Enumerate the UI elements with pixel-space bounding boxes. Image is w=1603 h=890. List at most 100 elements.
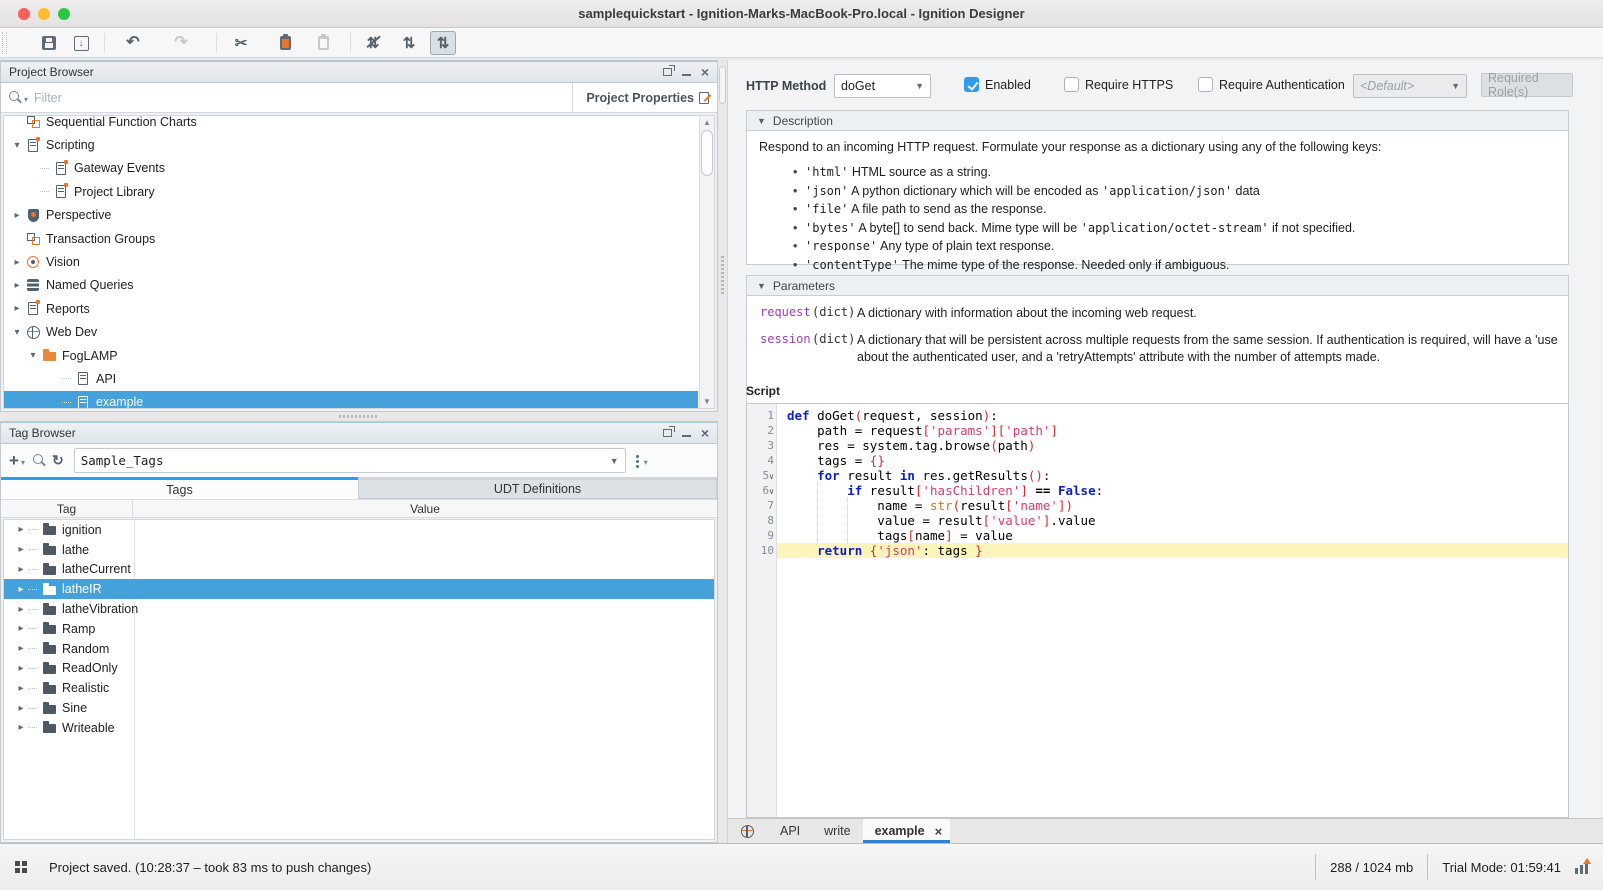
- project-tree-item[interactable]: ▸ Reports: [4, 297, 698, 320]
- description-section-header[interactable]: ▼ Description: [747, 111, 1568, 131]
- project-tree-item[interactable]: ▸ Named Queries: [4, 274, 698, 297]
- add-tag-button[interactable]: + ▾: [9, 452, 27, 469]
- save-button[interactable]: [36, 31, 62, 55]
- search-tags-button[interactable]: [32, 454, 46, 467]
- project-tree-item[interactable]: ▸ Perspective: [4, 204, 698, 227]
- tag-tree-item[interactable]: ▸ Writeable: [4, 718, 714, 738]
- fold-arrow-icon[interactable]: ∨: [769, 487, 774, 496]
- tab-udt-definitions[interactable]: UDT Definitions: [358, 477, 717, 499]
- tab-tags[interactable]: Tags: [1, 477, 358, 499]
- trial-gauge-icon[interactable]: [1575, 857, 1591, 874]
- required-roles-field[interactable]: Required Role(s): [1481, 71, 1573, 99]
- refresh-tags-button[interactable]: ↻: [52, 452, 64, 469]
- copy-button[interactable]: [272, 31, 298, 55]
- overflow-menu-icon[interactable]: [635, 455, 639, 458]
- project-tree-item[interactable]: Sequential Function Charts: [4, 116, 698, 133]
- expander-icon[interactable]: ▸: [10, 280, 24, 291]
- project-tree-item[interactable]: ▾ FogLAMP: [4, 344, 698, 367]
- code-line[interactable]: 1 def doGet(request, session):: [747, 408, 1568, 423]
- project-tree-item[interactable]: example: [4, 390, 698, 408]
- project-tree-item[interactable]: Transaction Groups: [4, 227, 698, 250]
- column-header-value[interactable]: Value: [133, 500, 717, 517]
- tag-tree-item[interactable]: ▸ Random: [4, 639, 714, 659]
- code-line[interactable]: 2 path = request['params']['path']: [747, 423, 1568, 438]
- code-line[interactable]: 7 name = str(result['name']): [747, 498, 1568, 513]
- expander-icon[interactable]: ▸: [14, 623, 28, 634]
- expander-icon[interactable]: ▸: [14, 604, 28, 615]
- tag-tree-item[interactable]: ▸ latheCurrent: [4, 560, 714, 580]
- cut-button[interactable]: ✂: [228, 31, 254, 55]
- project-tree-item[interactable]: Project Library: [4, 180, 698, 203]
- project-browser-header[interactable]: Project Browser ×: [1, 61, 717, 83]
- require-auth-checkbox[interactable]: [1198, 77, 1213, 92]
- parameters-section-header[interactable]: ▼ Parameters: [747, 276, 1568, 296]
- project-tree-item[interactable]: Gateway Events: [4, 157, 698, 180]
- expander-icon[interactable]: ▸: [14, 683, 28, 694]
- expander-icon[interactable]: ▾: [10, 140, 24, 151]
- tag-tree-item[interactable]: ▸ ignition: [4, 520, 714, 540]
- compare-button[interactable]: ⇅: [396, 31, 422, 55]
- tag-tree-item[interactable]: ▸ latheIR: [4, 579, 714, 600]
- expander-icon[interactable]: ▸: [14, 703, 28, 714]
- expander-icon[interactable]: ▸: [14, 584, 28, 595]
- tag-provider-select[interactable]: Sample_Tags ▼: [73, 448, 626, 473]
- expander-icon[interactable]: ▸: [10, 303, 24, 314]
- code-line[interactable]: 6∨ if result['hasChildren'] == False:: [747, 483, 1568, 498]
- code-line[interactable]: 3 res = system.tag.browse(path): [747, 438, 1568, 453]
- default-roles-select[interactable]: <Default> ▼: [1353, 74, 1467, 98]
- save-import-button[interactable]: ↓: [68, 31, 94, 55]
- code-line[interactable]: 8 value = result['value'].value: [747, 513, 1568, 528]
- close-panel-icon[interactable]: ×: [701, 426, 709, 440]
- expander-icon[interactable]: ▸: [14, 643, 28, 654]
- minimize-panel-icon[interactable]: [681, 435, 691, 437]
- code-line[interactable]: 9 tags[name] = value: [747, 528, 1568, 543]
- toolbar-drag-handle[interactable]: [2, 32, 7, 54]
- project-tree-item[interactable]: ▾ Scripting: [4, 133, 698, 156]
- vertical-splitter[interactable]: [718, 60, 727, 843]
- expander-icon[interactable]: ▾: [26, 350, 40, 361]
- minimize-panel-icon[interactable]: [681, 74, 691, 76]
- tag-tree-item[interactable]: ▸ ReadOnly: [4, 659, 714, 679]
- project-tree-item[interactable]: ▾ Web Dev: [4, 321, 698, 344]
- paste-button[interactable]: [310, 31, 336, 55]
- expander-icon[interactable]: ▸: [14, 564, 28, 575]
- script-editor[interactable]: 1 def doGet(request, session): 2 path = re…: [746, 403, 1569, 818]
- project-properties-button[interactable]: Project Properties: [573, 91, 717, 105]
- project-tree-scrollbar[interactable]: ▲ ▼: [699, 116, 714, 408]
- project-filter-input[interactable]: [34, 90, 572, 105]
- editor-tab-write[interactable]: write: [812, 819, 862, 843]
- expander-icon[interactable]: ▸: [10, 257, 24, 268]
- code-line[interactable]: 4 tags = {}: [747, 453, 1568, 468]
- float-panel-icon[interactable]: [662, 65, 675, 76]
- horizontal-splitter[interactable]: [0, 412, 718, 421]
- expander-icon[interactable]: ▾: [10, 327, 24, 338]
- expander-icon[interactable]: ▸: [14, 663, 28, 674]
- scroll-up-icon[interactable]: ▲: [700, 118, 714, 127]
- close-tab-icon[interactable]: ×: [935, 824, 943, 839]
- column-header-tag[interactable]: Tag: [1, 500, 133, 517]
- tag-browser-header[interactable]: Tag Browser ×: [1, 422, 717, 444]
- code-line[interactable]: 5∨ for result in res.getResults():: [747, 468, 1568, 483]
- project-tree-item[interactable]: API: [4, 367, 698, 390]
- tag-tree-item[interactable]: ▸ Ramp: [4, 619, 714, 639]
- tag-tree-item[interactable]: ▸ latheVibration: [4, 599, 714, 619]
- enabled-checkbox[interactable]: [964, 77, 979, 92]
- split-compare-button[interactable]: ⇅: [430, 31, 456, 55]
- code-line[interactable]: 10 return {'json': tags }: [747, 543, 1568, 558]
- tag-tree-item[interactable]: ▸ lathe: [4, 540, 714, 560]
- redo-button[interactable]: ↷: [168, 31, 194, 55]
- scroll-down-icon[interactable]: ▼: [700, 397, 714, 406]
- tag-tree-item[interactable]: ▸ Sine: [4, 698, 714, 718]
- expander-icon[interactable]: ▸: [14, 544, 28, 555]
- project-tree-item[interactable]: ▸ Vision: [4, 250, 698, 273]
- scrollbar-thumb[interactable]: [701, 130, 713, 176]
- editor-tab-API[interactable]: API: [768, 819, 812, 843]
- editor-tab-example[interactable]: example ×: [862, 819, 951, 843]
- project-filter-box[interactable]: ▾: [1, 83, 573, 112]
- compare-off-button[interactable]: ⇅: [360, 31, 386, 55]
- splitter-collapse-button[interactable]: [719, 66, 726, 104]
- grid-menu-icon[interactable]: [15, 861, 27, 873]
- http-method-select[interactable]: doGet ▼: [834, 74, 931, 98]
- tag-tree-item[interactable]: ▸ Realistic: [4, 678, 714, 698]
- float-panel-icon[interactable]: [662, 426, 675, 437]
